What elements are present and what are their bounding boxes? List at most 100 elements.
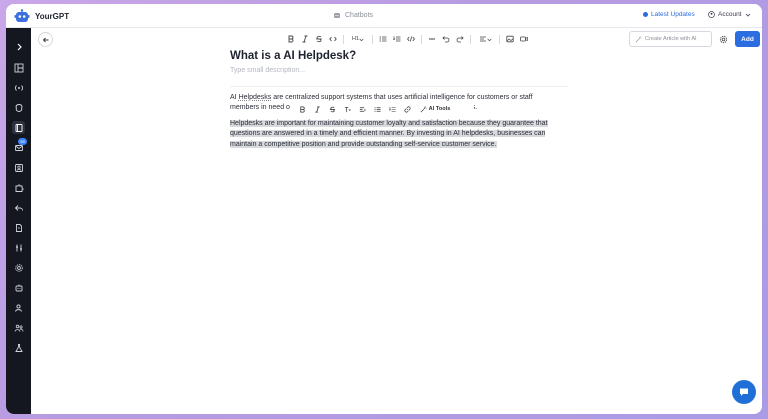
strikethrough-icon	[329, 106, 336, 112]
toolbar-divider	[343, 34, 344, 44]
title-divider	[230, 86, 568, 87]
article-settings-button[interactable]	[717, 33, 729, 45]
user-circle-icon	[708, 11, 715, 18]
sidebar-item-training[interactable]	[12, 101, 25, 114]
bullet-list-icon	[374, 106, 381, 112]
toolbar-divider	[421, 34, 422, 44]
back-button[interactable]	[38, 32, 53, 47]
image-icon	[506, 35, 514, 43]
latest-updates-link[interactable]: Latest Updates	[643, 11, 695, 18]
create-article-label: Create Article with AI	[645, 36, 697, 42]
ordered-list-icon	[393, 36, 401, 42]
arrow-left-icon	[42, 37, 48, 42]
brand-name: YourGPT	[35, 11, 70, 21]
inbox-count-badge: 99	[18, 138, 27, 145]
account-menu[interactable]: Account	[708, 11, 751, 18]
redo-icon	[456, 36, 464, 43]
float-strikethrough-button[interactable]	[326, 104, 339, 115]
sidebar-item-integrations[interactable]	[12, 181, 25, 194]
sidebar: 99	[6, 28, 31, 414]
code-icon	[329, 36, 337, 42]
sidebar-item-dashboard[interactable]	[12, 61, 25, 74]
align-left-icon	[479, 36, 486, 42]
chevron-down-icon	[486, 38, 492, 41]
sidebar-item-responses[interactable]	[12, 201, 25, 214]
strikethrough-icon	[316, 35, 322, 43]
file-icon	[15, 223, 22, 232]
chevron-down-icon	[745, 13, 750, 17]
chatbots-label: Chatbots	[345, 11, 374, 19]
puzzle-icon	[15, 184, 23, 192]
top-bar: YourGPT Chatbots Latest Updates Account	[6, 4, 762, 28]
bot-icon	[334, 13, 340, 18]
insert-image-button[interactable]	[504, 33, 516, 45]
ai-tools-label: AI Tools	[428, 106, 451, 112]
sidebar-item-knowledge-base[interactable]	[12, 121, 25, 134]
sidebar-item-contacts[interactable]	[12, 161, 25, 174]
float-bold-button[interactable]	[296, 104, 309, 115]
sidebar-item-broadcast[interactable]	[12, 81, 25, 94]
float-text-type-button[interactable]	[341, 104, 354, 115]
bullet-list-button[interactable]	[377, 33, 389, 45]
strikethrough-button[interactable]	[313, 33, 325, 45]
video-icon	[520, 36, 528, 42]
account-label: Account	[718, 11, 742, 18]
bold-icon	[288, 35, 294, 43]
chat-widget-button[interactable]	[732, 380, 756, 404]
sidebar-item-workflows[interactable]	[12, 241, 25, 254]
sidebar-item-documents[interactable]	[12, 221, 25, 234]
bot-icon	[15, 284, 22, 291]
expand-sidebar-button[interactable]	[12, 40, 25, 53]
italic-button[interactable]	[299, 33, 311, 45]
float-italic-button[interactable]	[311, 104, 324, 115]
code-block-icon	[407, 36, 415, 42]
description-input[interactable]: Type small description...	[230, 67, 305, 74]
horizontal-rule-button[interactable]	[426, 33, 438, 45]
ai-tools-button[interactable]: AI Tools	[416, 104, 454, 115]
float-bullet-list-button[interactable]	[371, 104, 384, 115]
insert-video-button[interactable]	[518, 33, 530, 45]
float-align-button[interactable]	[356, 104, 369, 115]
chatbots-title[interactable]: Chatbots	[333, 11, 373, 19]
sidebar-item-users[interactable]	[12, 301, 25, 314]
horizontal-rule-icon	[429, 38, 435, 40]
align-select[interactable]	[475, 33, 495, 45]
ordered-list-button[interactable]	[391, 33, 403, 45]
paragraph-2-selected[interactable]: Helpdesks are important for maintaining …	[230, 119, 570, 150]
updates-dot-icon	[643, 12, 648, 17]
paragraph-1-start: AI	[230, 94, 239, 101]
create-article-with-ai-button[interactable]: Create Article with AI	[629, 31, 712, 47]
code-button[interactable]	[327, 33, 339, 45]
bold-button[interactable]	[285, 33, 297, 45]
team-icon	[14, 324, 23, 332]
chevron-down-icon	[359, 38, 364, 41]
reply-icon	[14, 204, 23, 211]
chat-bubble-icon	[740, 388, 748, 396]
add-button[interactable]: Add	[735, 31, 760, 47]
italic-icon	[315, 105, 320, 113]
sidebar-item-settings[interactable]	[12, 261, 25, 274]
sidebar-item-team[interactable]	[12, 321, 25, 334]
float-ordered-list-button[interactable]	[386, 104, 399, 115]
flask-icon	[14, 343, 23, 352]
align-left-icon	[359, 106, 366, 112]
yourgpt-logo-icon	[14, 9, 30, 22]
helpdesks-word: Helpdesks	[238, 94, 272, 101]
undo-button[interactable]	[440, 33, 452, 45]
sidebar-item-bots[interactable]	[12, 281, 25, 294]
selected-text: Helpdesks are important for maintaining …	[230, 120, 548, 148]
user-icon	[14, 303, 22, 312]
contacts-icon	[14, 163, 23, 172]
brand[interactable]: YourGPT	[14, 8, 69, 24]
layout-icon	[14, 63, 23, 72]
sidebar-item-lab[interactable]	[12, 341, 25, 354]
bullet-list-icon	[379, 36, 387, 42]
float-link-button[interactable]	[401, 104, 414, 115]
heading-select[interactable]: H1	[348, 33, 368, 45]
code-block-button[interactable]	[405, 33, 417, 45]
undo-icon	[442, 36, 450, 43]
magic-wand-icon	[635, 35, 642, 42]
article-title[interactable]: What is a AI Helpdesk?	[230, 50, 356, 62]
redo-button[interactable]	[454, 33, 466, 45]
book-icon	[15, 123, 22, 132]
